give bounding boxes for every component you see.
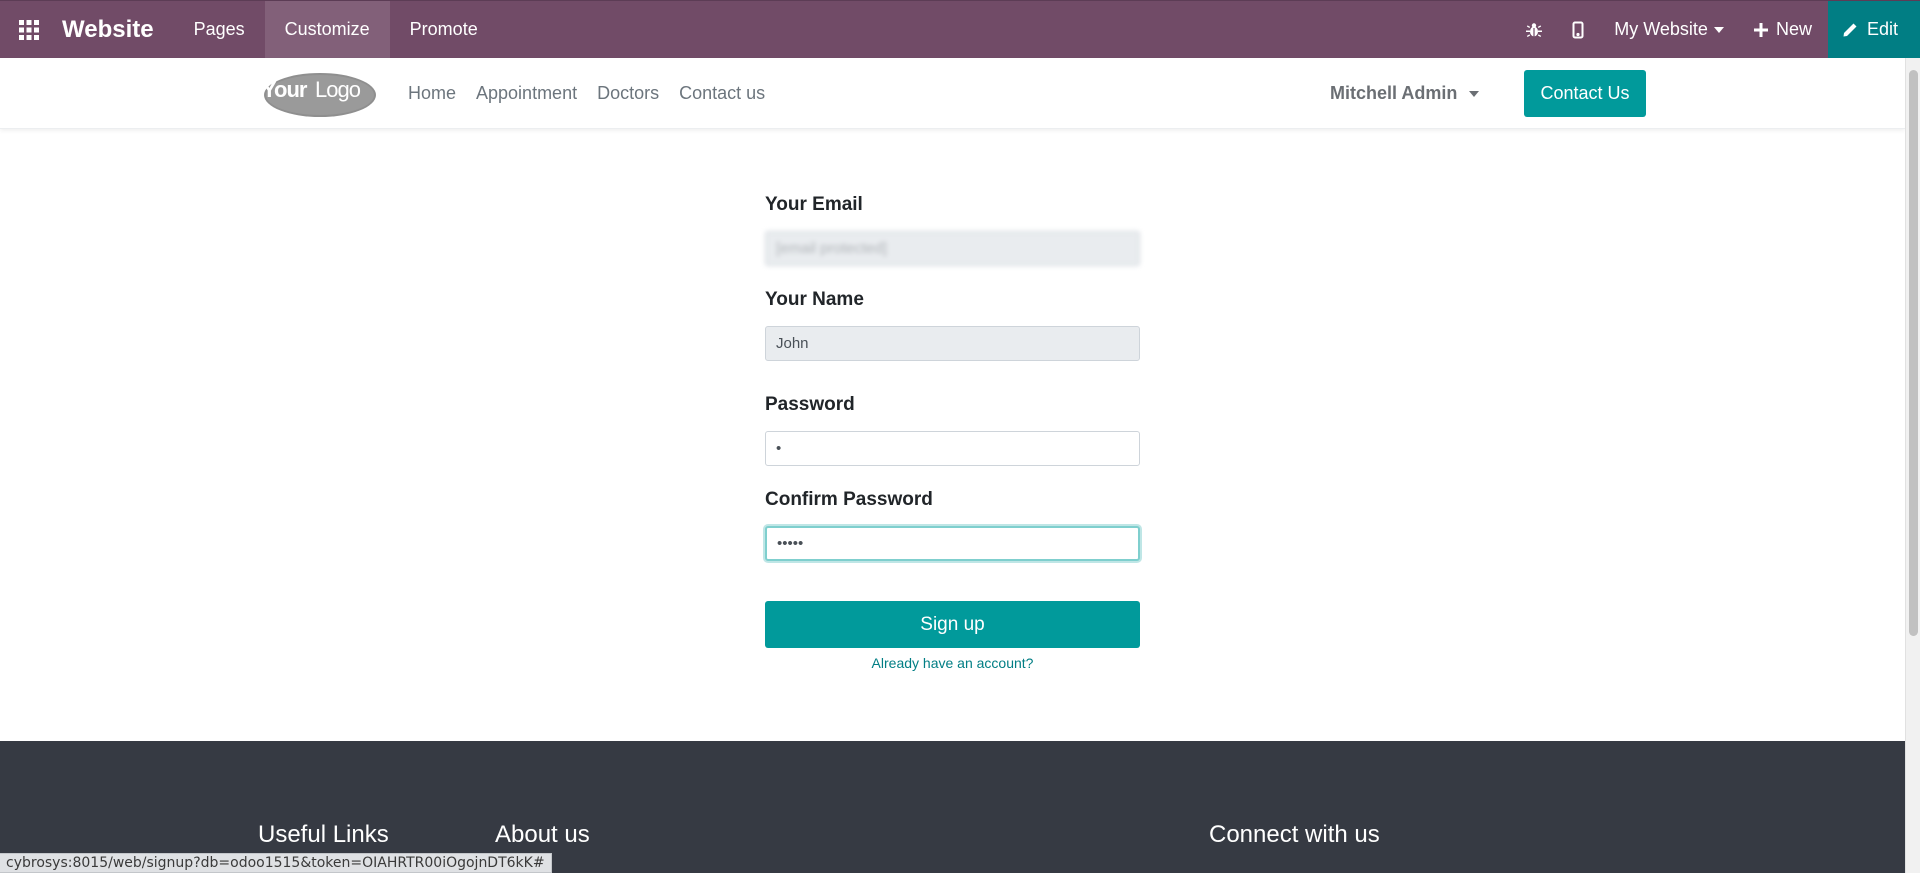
footer-heading-about-us: About us (495, 821, 590, 848)
admin-topbar: Website Pages Customize Promote My Websi… (0, 0, 1920, 59)
site-nav: Home Appointment Doctors Contact us (408, 58, 785, 129)
scrollbar-thumb[interactable] (1909, 70, 1918, 636)
new-button[interactable]: New (1738, 1, 1828, 59)
mobile-preview-icon[interactable] (1556, 1, 1600, 59)
edit-button[interactable]: Edit (1827, 0, 1920, 59)
svg-text:Your: Your (262, 77, 308, 102)
email-label: Your Email (765, 194, 863, 215)
website-select-dropdown[interactable]: My Website (1600, 1, 1738, 59)
menu-customize[interactable]: Customize (264, 0, 390, 59)
user-name: Mitchell Admin (1330, 83, 1458, 103)
page-scrollbar[interactable] (1905, 58, 1920, 873)
pencil-icon (1843, 23, 1857, 36)
website-select-label: My Website (1614, 19, 1708, 39)
admin-topbar-right: My Website New Edit (1512, 0, 1920, 59)
new-button-label: New (1775, 19, 1812, 39)
apps-grid-icon[interactable] (0, 1, 58, 59)
name-field[interactable] (765, 326, 1140, 361)
admin-menu: Pages Customize Promote (174, 0, 498, 59)
chevron-down-icon (1713, 26, 1724, 33)
already-have-account-link[interactable]: Already have an account? (765, 655, 1140, 671)
name-label: Your Name (765, 289, 864, 310)
site-header: Your Logo Home Appointment Doctors Conta… (0, 58, 1905, 129)
password-field[interactable] (765, 431, 1140, 466)
footer-heading-connect: Connect with us (1209, 821, 1380, 848)
plus-icon (1753, 22, 1768, 37)
user-menu-dropdown[interactable]: Mitchell Admin (1330, 58, 1480, 129)
menu-promote[interactable]: Promote (390, 1, 498, 59)
browser-status-url: cybrosys:8015/web/signup?db=odoo1515&tok… (0, 853, 552, 873)
email-field[interactable] (765, 231, 1140, 266)
nav-contact-us[interactable]: Contact us (679, 83, 765, 104)
footer-heading-useful-links: Useful Links (258, 821, 389, 848)
debug-bug-icon[interactable] (1512, 1, 1556, 59)
confirm-password-field[interactable] (765, 526, 1140, 561)
confirm-password-label: Confirm Password (765, 489, 933, 510)
nav-appointment[interactable]: Appointment (476, 83, 577, 104)
site-logo[interactable]: Your Logo (258, 69, 378, 119)
app-brand[interactable]: Website (58, 1, 174, 59)
password-label: Password (765, 394, 855, 415)
nav-home[interactable]: Home (408, 83, 456, 104)
sign-up-button[interactable]: Sign up (765, 601, 1140, 648)
edit-button-label: Edit (1866, 19, 1898, 39)
contact-us-button[interactable]: Contact Us (1524, 70, 1646, 117)
nav-doctors[interactable]: Doctors (597, 83, 659, 104)
chevron-down-icon (1469, 90, 1480, 97)
svg-text:Logo: Logo (315, 77, 361, 102)
menu-pages[interactable]: Pages (174, 1, 265, 59)
